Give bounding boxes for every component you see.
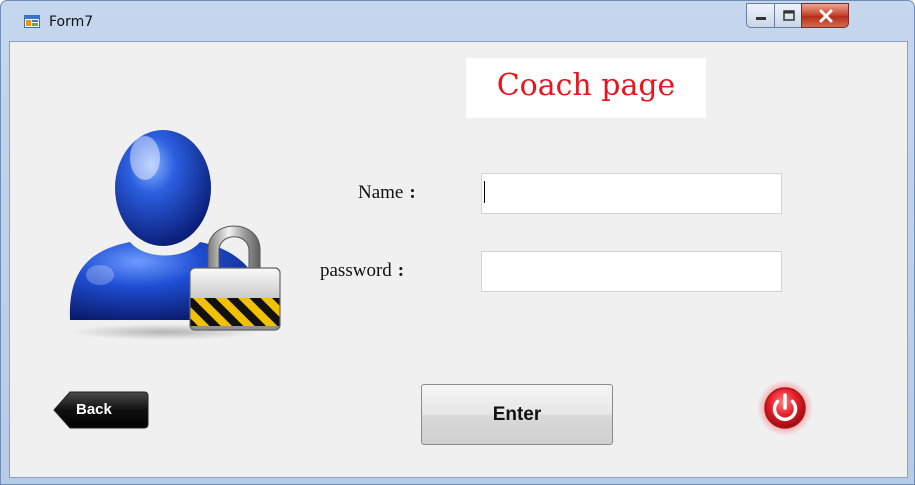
title-bar[interactable]: Form7 — [1, 1, 914, 41]
minimize-button[interactable] — [746, 3, 775, 28]
minimize-icon — [756, 17, 766, 20]
window-title: Form7 — [49, 14, 94, 30]
password-colon: : — [397, 260, 405, 281]
close-icon — [819, 9, 833, 23]
form-icon — [24, 15, 40, 28]
name-label: Name: — [358, 182, 416, 204]
maximize-button[interactable] — [774, 3, 802, 28]
enter-button[interactable]: Enter — [421, 384, 613, 445]
user-lock-icon — [69, 130, 281, 340]
password-label-text: password — [320, 260, 392, 281]
password-input[interactable] — [481, 251, 782, 292]
title-panel: Coach page — [466, 58, 706, 118]
name-input[interactable] — [481, 173, 782, 214]
name-label-text: Name — [358, 182, 404, 203]
close-button[interactable] — [801, 3, 849, 28]
maximize-icon — [783, 10, 795, 21]
password-label: password: — [320, 260, 404, 282]
page-title: Coach page — [496, 68, 676, 103]
back-label: Back — [76, 401, 112, 418]
text-caret — [484, 181, 485, 203]
name-colon: : — [409, 182, 416, 203]
power-button[interactable] — [756, 379, 814, 437]
